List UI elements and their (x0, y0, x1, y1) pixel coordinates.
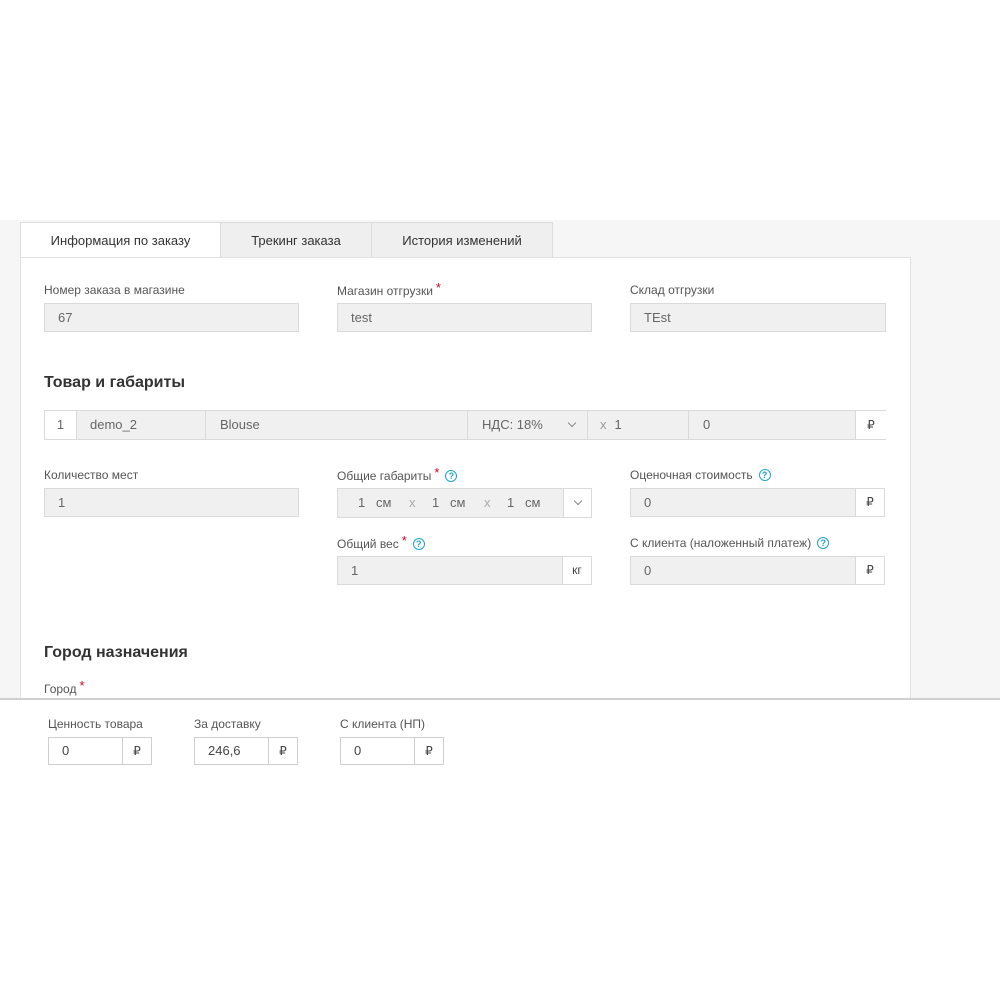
help-icon[interactable]: ? (758, 468, 771, 481)
item-qty-field[interactable]: x1 (588, 411, 689, 439)
item-sku[interactable]: demo_2 (77, 411, 206, 439)
client-charge: 0 (354, 743, 362, 758)
dim-length: 1 (358, 495, 366, 510)
weight-label: Общий вес *? (337, 533, 425, 551)
dim-width-unit: см (450, 495, 466, 510)
help-icon[interactable]: ? (412, 537, 425, 550)
order-number-field[interactable]: 67 (44, 303, 299, 332)
delivery-cost-field[interactable]: 246,6 ₽ (194, 737, 298, 765)
tab-bar: Информация по заказу Трекинг заказа Исто… (20, 222, 553, 259)
goods-item-row: 1 demo_2 Blouse НДС: 18% x1 0 ₽ (44, 410, 886, 440)
weight-unit: кг (562, 556, 592, 585)
city-label: Город * (44, 678, 85, 696)
dim-width: 1 (432, 495, 440, 510)
item-vat-select[interactable]: НДС: 18% (468, 411, 588, 439)
declared-value: 0 (644, 495, 652, 510)
help-icon[interactable]: ? (445, 469, 458, 482)
required-marker: * (434, 465, 440, 480)
ruble-icon: ₽ (855, 488, 885, 517)
ruble-icon: ₽ (268, 737, 298, 765)
places-label: Количество мест (44, 468, 139, 482)
item-index: 1 (45, 411, 77, 439)
dims-dropdown-toggle[interactable] (563, 489, 591, 517)
goods-value: 0 (62, 743, 70, 758)
tab-tracking[interactable]: Трекинг заказа (221, 222, 372, 258)
cod-value: 0 (644, 563, 652, 578)
places-field[interactable]: 1 (44, 488, 299, 517)
tab-history[interactable]: История изменений (372, 222, 553, 258)
warehouse-field[interactable]: TEst (630, 303, 886, 332)
qty-prefix: x (600, 417, 607, 432)
declared-value-label: Оценочная стоимость? (630, 468, 771, 482)
client-charge-label: С клиента (НП) (340, 717, 426, 731)
required-marker: * (435, 280, 441, 295)
cod-field[interactable]: 0 ₽ (630, 556, 885, 585)
item-price-currency: ₽ (856, 411, 886, 439)
item-qty-value: 1 (614, 417, 622, 432)
item-vat-value: НДС: 18% (482, 417, 543, 432)
dim-height: 1 (507, 495, 515, 510)
ruble-icon: ₽ (414, 737, 444, 765)
cod-label: С клиента (наложенный платеж)? (630, 536, 830, 550)
delivery-cost: 246,6 (208, 743, 241, 758)
delivery-cost-label: За доставку (194, 717, 261, 731)
goods-value-label: Ценность товара (48, 717, 143, 731)
client-charge-field[interactable]: 0 ₽ (340, 737, 444, 765)
dim-sep: x (484, 495, 491, 510)
tab-order-info[interactable]: Информация по заказу (20, 222, 221, 259)
warehouse-label: Склад отгрузки (630, 283, 715, 297)
ruble-icon: ₽ (122, 737, 152, 765)
shop-label: Магазин отгрузки * (337, 280, 441, 298)
shop-field[interactable]: test (337, 303, 592, 332)
chevron-down-icon (573, 496, 583, 506)
declared-value-field[interactable]: 0 ₽ (630, 488, 885, 517)
dim-length-unit: см (376, 495, 392, 510)
weight-value: 1 (351, 563, 359, 578)
dims-field[interactable]: 1 см x 1 см x 1 см (337, 488, 592, 518)
chevron-down-icon (567, 418, 577, 428)
item-price-field[interactable]: 0 (689, 411, 856, 439)
item-name[interactable]: Blouse (206, 411, 468, 439)
help-icon[interactable]: ? (817, 536, 830, 549)
weight-field[interactable]: 1 кг (337, 556, 592, 585)
dims-label: Общие габариты *? (337, 465, 458, 483)
dim-sep: x (409, 495, 416, 510)
order-number-label: Номер заказа в магазине (44, 283, 185, 297)
required-marker: * (79, 678, 85, 693)
destination-section-title: Город назначения (44, 644, 188, 661)
goods-section-title: Товар и габариты (44, 374, 186, 391)
ruble-icon: ₽ (855, 556, 885, 585)
goods-value-field[interactable]: 0 ₽ (48, 737, 152, 765)
dim-height-unit: см (525, 495, 541, 510)
required-marker: * (401, 533, 407, 548)
footer-divider (0, 698, 1000, 700)
